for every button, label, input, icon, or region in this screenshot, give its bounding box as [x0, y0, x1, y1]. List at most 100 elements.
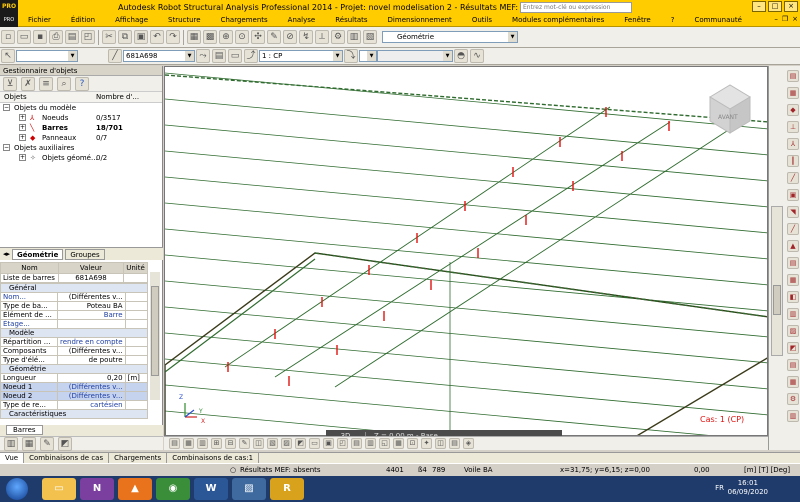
zoom-window-icon[interactable]: ⊕ [219, 30, 233, 44]
structure-tool-icon[interactable]: ╱ [787, 172, 799, 184]
robot-taskbar-icon[interactable]: R [270, 478, 304, 500]
menu-affichage[interactable]: Affichage [105, 16, 158, 24]
view-tool-icon[interactable]: ▣ [323, 438, 334, 449]
view-tool-icon[interactable]: ▭ [309, 438, 320, 449]
mode-combo[interactable]: ▼ [359, 50, 377, 62]
screen-capture-icon[interactable]: ◰ [81, 30, 95, 44]
maximize-button[interactable]: □ [768, 1, 782, 12]
tab-view[interactable]: Vue [0, 453, 25, 463]
help-search-input[interactable]: Entrez mot-clé ou expression [520, 2, 632, 13]
tree-panels[interactable]: + ◆ Panneaux 0/7 [0, 133, 162, 143]
tab-case-combinations-1[interactable]: Combinaisons de cas:1 [167, 453, 260, 463]
tree-bars[interactable]: + ╲ Barres 18/701 [0, 123, 162, 133]
scroll-right-icon[interactable]: ▸ [7, 250, 11, 258]
component-combo[interactable]: ▼ [377, 50, 453, 62]
structure-tool-icon[interactable]: ▣ [787, 189, 799, 201]
chrome-icon[interactable]: ◉ [156, 478, 190, 500]
structure-tool-icon[interactable]: ┃ [787, 155, 799, 167]
release-icon[interactable]: ⊘ [283, 30, 297, 44]
layout-selector[interactable]: Géométrie ▼ [382, 31, 518, 43]
redo-icon[interactable]: ↷ [166, 30, 180, 44]
3d-viewport[interactable]: AVANT Z Y X [164, 66, 768, 436]
close-button[interactable]: × [784, 1, 798, 12]
property-scrollbar[interactable] [150, 272, 160, 400]
clock[interactable]: 16:01 06/09/2020 [728, 479, 768, 497]
cut-icon[interactable]: ✂ [102, 30, 116, 44]
print-preview-icon[interactable]: ▤ [65, 30, 79, 44]
property-row[interactable]: Répartition ... rendre en compte [0, 337, 149, 347]
property-row[interactable]: Géométrie [0, 364, 148, 374]
structure-tool-icon[interactable]: ╱ [787, 223, 799, 235]
structure-tool-icon[interactable]: ⅄ [787, 138, 799, 150]
doc-minimize-button[interactable]: – [774, 15, 778, 23]
section-icon[interactable]: ✎ [267, 30, 281, 44]
load-case-selector[interactable]: 1 : CP ▼ [259, 50, 343, 62]
open-file-icon[interactable]: ▭ [17, 30, 31, 44]
objects-column-header[interactable]: Objets [0, 92, 92, 102]
view-tool-icon[interactable]: ◫ [253, 438, 264, 449]
menu-dimensionnement[interactable]: Dimensionnement [378, 16, 462, 24]
structure-tool-icon[interactable]: ◧ [787, 291, 799, 303]
start-button[interactable] [6, 478, 28, 500]
calculator-icon[interactable]: ▩ [203, 30, 217, 44]
doc-restore-button[interactable]: ❐ [782, 15, 788, 23]
view-tool-icon[interactable]: ▥ [197, 438, 208, 449]
prop-value[interactable]: de poutre [57, 355, 126, 365]
structure-tool-icon[interactable]: ⚙ [787, 393, 799, 405]
property-row[interactable]: Général [0, 283, 148, 293]
property-row[interactable]: Caractéristiques [0, 409, 148, 419]
tab-case-combinations[interactable]: Combinaisons de cas [24, 453, 110, 463]
structure-tool-icon[interactable]: ▤ [787, 70, 799, 82]
view-tool-icon[interactable]: ▧ [267, 438, 278, 449]
view-tool-icon[interactable]: ⊡ [407, 438, 418, 449]
view-tool-icon[interactable]: ◩ [295, 438, 306, 449]
view-tool-icon[interactable]: ◈ [463, 438, 474, 449]
structure-drawing[interactable]: AVANT Z Y X [165, 67, 768, 436]
layout-icon[interactable]: ▧ [363, 30, 377, 44]
undo-icon[interactable]: ↶ [150, 30, 164, 44]
new-file-icon[interactable]: ▫ [1, 30, 15, 44]
menu-communaute[interactable]: Communauté [684, 16, 751, 24]
menu-fenetre[interactable]: Fenêtre [614, 16, 660, 24]
display-icon[interactable]: ✣ [251, 30, 265, 44]
view-tool-icon[interactable]: ▥ [365, 438, 376, 449]
calculate-icon[interactable]: ⚙ [331, 30, 345, 44]
tools-icon[interactable]: ✗ [21, 76, 35, 91]
view-tool-icon[interactable]: ▦ [183, 438, 194, 449]
bar-selection-icon[interactable]: ╱ [108, 49, 122, 63]
view-tool-icon[interactable]: ⊞ [211, 438, 222, 449]
property-row[interactable]: Noeud 1 (Différentes v... [0, 382, 149, 392]
view-tool-icon[interactable]: ◫ [435, 438, 446, 449]
view-tool-icon[interactable]: ▨ [281, 438, 292, 449]
menu-chargements[interactable]: Chargements [211, 16, 278, 24]
tree-nodes[interactable]: + ⅄ Noeuds 0/3517 [0, 113, 162, 123]
structure-tool-icon[interactable]: ⊥ [787, 121, 799, 133]
units[interactable]: [m] [T] [Deg] [744, 465, 790, 475]
menu-help[interactable]: ? [661, 16, 685, 24]
menu-structure[interactable]: Structure [158, 16, 211, 24]
property-row[interactable]: Longueur 0,20 [m] [0, 373, 149, 383]
view-tool-icon[interactable]: ✦ [421, 438, 432, 449]
node-selection-input[interactable]: ▼ [16, 50, 78, 62]
structure-tool-icon[interactable]: ▨ [787, 325, 799, 337]
case-icon[interactable]: ⤴ [244, 49, 258, 63]
chart-view-icon[interactable]: ▦ [22, 436, 36, 451]
case-definition-icon[interactable]: ⤵ [344, 49, 358, 63]
tab-bars[interactable]: Barres [6, 425, 43, 435]
language-indicator[interactable]: FR [715, 484, 724, 492]
structure-tool-icon[interactable]: ▤ [787, 257, 799, 269]
table-view-icon[interactable]: ▥ [4, 436, 18, 451]
edit-properties-icon[interactable]: ✎ [40, 436, 54, 451]
menu-fichier[interactable]: Fichier [18, 16, 61, 24]
vlc-icon[interactable]: ▲ [118, 478, 152, 500]
prop-value[interactable] [57, 319, 126, 329]
tree-auxiliary-objects[interactable]: − Objets auxiliaires [0, 143, 162, 153]
viewport-vertical-scrollbar[interactable] [771, 206, 783, 356]
view-tool-icon[interactable]: ▤ [169, 438, 180, 449]
property-row[interactable]: Étage... [0, 319, 149, 329]
structure-tool-icon[interactable]: ▦ [787, 274, 799, 286]
property-row[interactable]: Élément de ... Barre [0, 310, 149, 320]
property-row[interactable]: Modèle [0, 328, 148, 338]
prop-value[interactable]: (Différentes v... [57, 391, 126, 401]
structure-tool-icon[interactable]: ▦ [787, 376, 799, 388]
